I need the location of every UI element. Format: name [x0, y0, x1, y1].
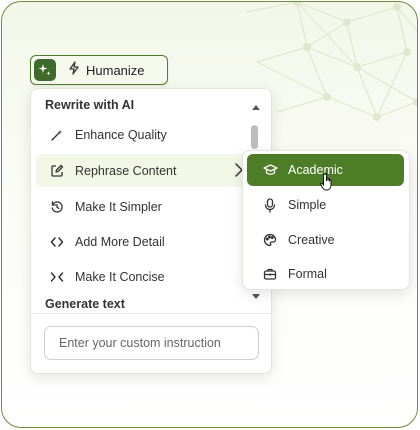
menu-item-label: Make It Concise	[75, 269, 165, 284]
submenu-item-simple[interactable]: Simple	[247, 189, 404, 221]
menu-item-enhance-quality[interactable]: Enhance Quality	[36, 118, 250, 151]
submenu-item-label: Formal	[288, 267, 327, 281]
submenu-item-label: Simple	[288, 198, 327, 212]
briefcase-icon	[261, 265, 279, 283]
edit-square-icon	[48, 162, 66, 180]
menu-item-label: Add More Detail	[75, 234, 165, 249]
section-title-generate: Generate text	[45, 297, 125, 311]
lightning-icon	[68, 60, 80, 80]
submenu-item-creative[interactable]: Creative	[247, 224, 404, 256]
menu-divider	[31, 313, 271, 314]
menu-item-label: Enhance Quality	[75, 127, 167, 142]
menu-item-make-it-simpler[interactable]: Make It Simpler	[36, 190, 250, 223]
scroll-down-arrow[interactable]	[252, 294, 260, 299]
scrollbar-thumb[interactable]	[251, 125, 258, 149]
menu-item-label: Make It Simpler	[75, 199, 162, 214]
expand-arrows-icon	[48, 233, 66, 251]
rephrase-style-submenu: Academic Simple Creative Formal	[242, 150, 410, 290]
custom-instruction-input[interactable]	[44, 326, 259, 360]
clock-arrow-icon	[48, 198, 66, 216]
scroll-up-arrow[interactable]	[252, 105, 260, 110]
hand-pointer-cursor-icon	[320, 172, 332, 191]
submenu-item-label: Creative	[288, 233, 335, 247]
submenu-item-formal[interactable]: Formal	[247, 258, 404, 290]
pen-sparkle-icon	[48, 126, 66, 144]
collapse-arrows-icon	[48, 268, 66, 286]
menu-item-rephrase-content[interactable]: Rephrase Content	[36, 154, 250, 187]
menu-item-label: Rephrase Content	[75, 163, 177, 178]
microphone-icon	[261, 196, 279, 214]
rewrite-menu: Rewrite with AI Enhance Quality Rephrase…	[30, 88, 272, 374]
graduation-cap-icon	[261, 161, 279, 179]
menu-item-add-more-detail[interactable]: Add More Detail	[36, 225, 250, 258]
humanize-button[interactable]: Humanize	[30, 55, 168, 85]
menu-item-make-it-concise[interactable]: Make It Concise	[36, 260, 250, 293]
ai-app-icon	[34, 59, 56, 81]
section-title-rewrite: Rewrite with AI	[45, 98, 135, 112]
palette-icon	[261, 231, 279, 249]
humanize-label: Humanize	[86, 62, 145, 78]
